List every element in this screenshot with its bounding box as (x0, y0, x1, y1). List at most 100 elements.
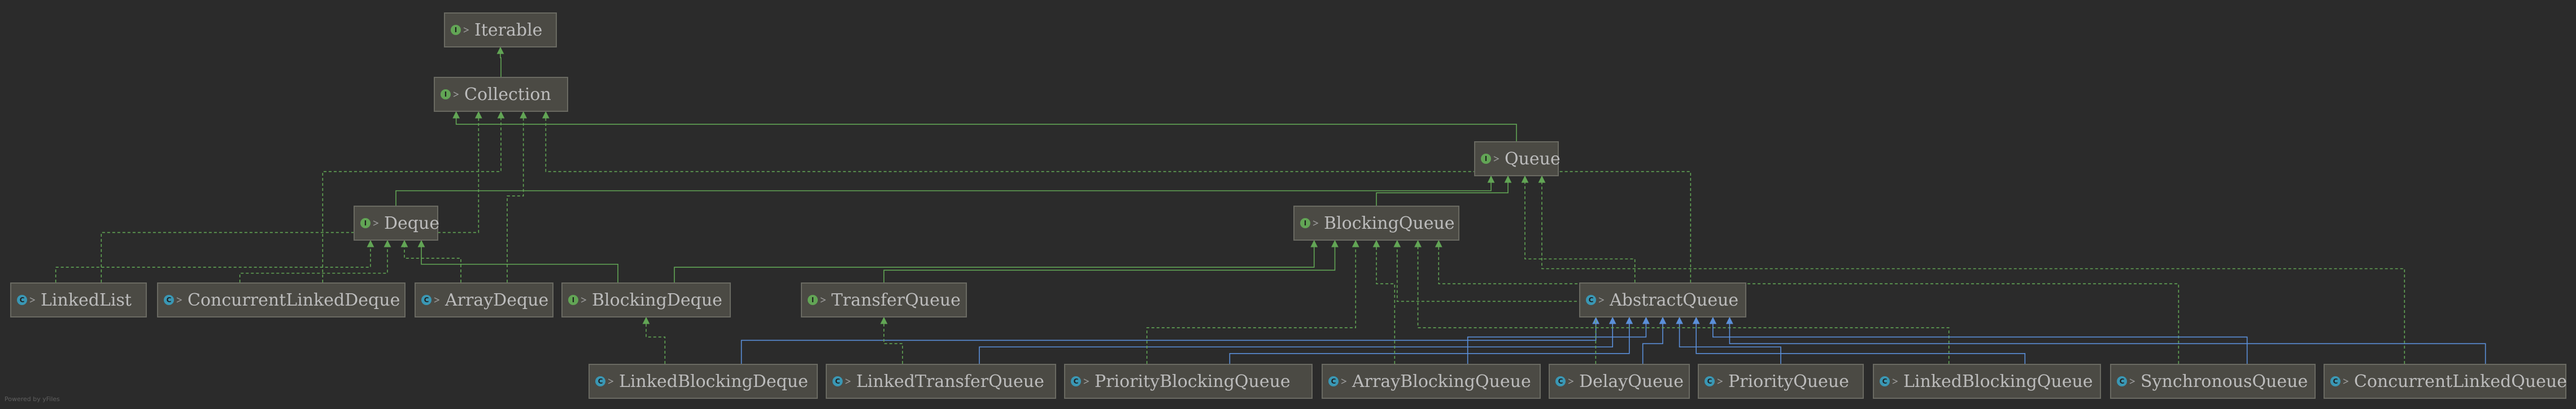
node-iterable[interactable]: I Iterable (444, 12, 557, 47)
class-icon: C (1880, 376, 1890, 386)
node-label: TransferQueue (831, 290, 961, 310)
node-linked-blocking-deque[interactable]: C LinkedBlockingDeque (589, 364, 818, 399)
edge-concurrentlinkeddeque-to-collection (322, 111, 505, 282)
class-icon: C (1555, 376, 1566, 386)
edge-synchronousqueue-to-abstractqueue (1709, 316, 2248, 364)
node-label: Deque (384, 213, 440, 233)
edge-linkedblockingdeque-to-blockingdeque (642, 316, 666, 364)
node-priority-blocking-queue[interactable]: C PriorityBlockingQueue (1064, 364, 1313, 399)
edge-abstractqueue-to-collection (542, 111, 1692, 282)
node-blocking-deque[interactable]: I BlockingDeque (561, 282, 731, 317)
node-label: ArrayBlockingQueue (1352, 371, 1531, 391)
public-modifier-icon (1892, 378, 1898, 384)
public-modifier-icon (1313, 220, 1318, 226)
interface-icon: I (568, 295, 578, 305)
public-modifier-icon (176, 297, 182, 303)
edge-transferqueue-to-blockingqueue (883, 240, 1339, 282)
edge-linkedlist-to-deque (55, 240, 374, 282)
edge-priorityqueue-to-abstractqueue (1676, 316, 1781, 364)
edge-arraydeque-to-deque (400, 240, 461, 282)
node-linked-list[interactable]: C LinkedList (10, 282, 147, 317)
public-modifier-icon (845, 378, 851, 384)
edge-blockingdeque-to-deque (417, 240, 618, 282)
public-modifier-icon (2343, 378, 2348, 384)
node-label: BlockingDeque (592, 290, 722, 310)
public-modifier-icon (29, 297, 35, 303)
node-label: PriorityBlockingQueue (1095, 371, 1291, 391)
class-icon: C (595, 376, 605, 386)
public-modifier-icon (1341, 378, 1346, 384)
public-modifier-icon (434, 297, 439, 303)
node-label: LinkedList (41, 290, 132, 310)
public-modifier-icon (2129, 378, 2135, 384)
class-icon: C (17, 295, 27, 305)
node-label: BlockingQueue (1324, 213, 1455, 233)
node-label: ConcurrentLinkedDeque (188, 290, 400, 310)
node-concurrent-linked-deque[interactable]: C ConcurrentLinkedDeque (157, 282, 406, 317)
interface-icon: I (1481, 154, 1491, 164)
node-collection[interactable]: I Collection (434, 77, 568, 112)
public-modifier-icon (463, 27, 469, 33)
public-modifier-icon (608, 378, 613, 384)
node-label: LinkedTransferQueue (856, 371, 1044, 391)
node-label: LinkedBlockingQueue (1903, 371, 2093, 391)
node-array-blocking-queue[interactable]: C ArrayBlockingQueue (1322, 364, 1541, 399)
edge-priorityblockingqueue-to-blockingqueue (1146, 240, 1359, 364)
node-queue[interactable]: I Queue (1474, 141, 1561, 176)
class-icon: C (1071, 376, 1081, 386)
public-modifier-icon (1083, 378, 1089, 384)
public-modifier-icon (1598, 297, 1604, 303)
public-modifier-icon (453, 92, 459, 97)
public-modifier-icon (373, 220, 378, 226)
edge-collection-to-iterable (496, 46, 504, 77)
edge-linkedlist-to-collection (101, 111, 482, 282)
edge-blockingdeque-to-blockingqueue (674, 240, 1318, 282)
public-modifier-icon (1493, 156, 1499, 162)
edge-arrayblockingqueue-to-blockingqueue (1372, 240, 1396, 364)
node-deque[interactable]: I Deque (354, 206, 440, 241)
public-modifier-icon (581, 297, 586, 303)
node-label: SynchronousQueue (2141, 371, 2308, 391)
node-linked-blocking-queue[interactable]: C LinkedBlockingQueue (1873, 364, 2101, 399)
node-label: Iterable (474, 20, 543, 40)
edge-concurrentlinkedqueue-to-queue (1538, 175, 2405, 364)
class-icon: C (164, 295, 174, 305)
edge-linkedblockingqueue-to-abstractqueue (1692, 316, 2026, 364)
public-modifier-icon (820, 297, 826, 303)
interface-icon: I (441, 89, 451, 99)
node-label: Collection (464, 84, 551, 105)
edge-queue-to-collection (452, 111, 1517, 141)
edge-concurrentlinkedqueue-to-abstractqueue (1726, 316, 2486, 364)
node-linked-transfer-queue[interactable]: C LinkedTransferQueue (826, 364, 1056, 399)
interface-icon: I (360, 218, 371, 228)
public-modifier-icon (1568, 378, 1574, 384)
node-label: DelayQueue (1579, 371, 1684, 391)
inheritance-diagram (55, 46, 2486, 364)
edge-concurrentlinkeddeque-to-deque (239, 240, 391, 282)
edge-arraydeque-to-collection (507, 111, 528, 282)
class-icon: C (1328, 376, 1339, 386)
node-label: ConcurrentLinkedQueue (2354, 371, 2567, 391)
node-concurrent-linked-queue[interactable]: C ConcurrentLinkedQueue (2324, 364, 2567, 399)
node-blocking-queue[interactable]: I BlockingQueue (1293, 206, 1459, 241)
class-icon: C (1586, 295, 1596, 305)
node-label: ArrayDeque (445, 290, 549, 310)
edge-deque-to-queue (395, 175, 1495, 206)
interface-icon: I (1300, 218, 1310, 228)
class-icon: C (2330, 376, 2340, 386)
node-array-deque[interactable]: C ArrayDeque (415, 282, 553, 317)
class-icon: C (421, 295, 431, 305)
class-icon: C (2117, 376, 2127, 386)
class-icon: C (1705, 376, 1715, 386)
interface-icon: I (808, 295, 818, 305)
node-abstract-queue[interactable]: C AbstractQueue (1579, 282, 1746, 317)
class-icon: C (832, 376, 843, 386)
interface-icon: I (451, 25, 461, 35)
public-modifier-icon (1717, 378, 1723, 384)
node-priority-queue[interactable]: C PriorityQueue (1698, 364, 1864, 399)
node-label: LinkedBlockingDeque (619, 371, 808, 391)
node-transfer-queue[interactable]: I TransferQueue (801, 282, 967, 317)
powered-by-label: Powered by yFiles (5, 395, 60, 403)
node-delay-queue[interactable]: C DelayQueue (1549, 364, 1690, 399)
node-synchronous-queue[interactable]: C SynchronousQueue (2110, 364, 2316, 399)
